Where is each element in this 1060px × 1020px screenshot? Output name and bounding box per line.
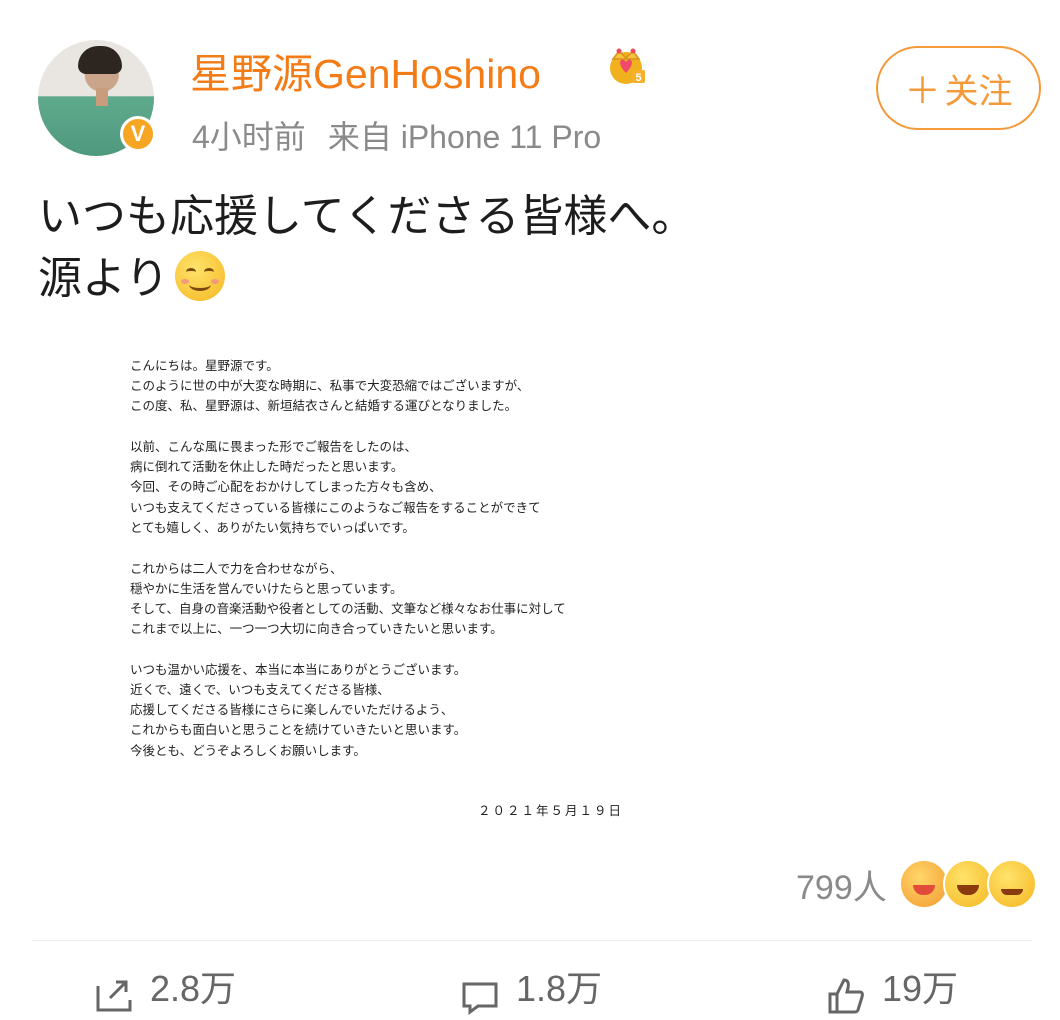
repost-icon — [96, 980, 132, 1012]
action-bar: 2.8万 1.8万 19万 — [0, 960, 1060, 1020]
post-time: 4小时前 — [192, 119, 306, 155]
avatar-neck — [96, 88, 108, 106]
repost-button[interactable]: 2.8万 — [92, 960, 236, 1016]
letter-line: 近くで、遠くで、いつも支えてくださる皆様、 — [130, 681, 390, 697]
letter-line: とても嬉しく、ありがたい気持ちでいっぱいです。 — [130, 519, 415, 535]
announcement-letter-image[interactable]: こんにちは。星野源です。このように世の中が大変な時期に、私事で大変恐縮ではござい… — [130, 356, 830, 761]
post-text: いつも応援してくださる皆様へ。 源より — [38, 186, 695, 310]
post-text-line1: いつも応援してくださる皆様へ。 — [38, 191, 696, 242]
plus-icon: ＋ — [904, 71, 941, 112]
letter-line: これからは二人で力を合わせながら、 — [130, 560, 343, 576]
letter-line: こんにちは。星野源です。 — [130, 358, 279, 373]
tears-of-joy-emoji-icon — [986, 859, 1037, 909]
follow-label: 关注 — [944, 71, 1013, 112]
letter-line: 今後とも、どうぞよろしくお願いします。 — [130, 742, 366, 758]
post-meta: 4小时前 来自 iPhone 11 Pro — [192, 112, 601, 158]
letter-line: これからも面白いと思うことを続けていきたいと思います。 — [130, 722, 467, 738]
reactions-summary[interactable]: 799人 — [796, 858, 1037, 910]
crown-badge-icon[interactable]: 5 — [604, 42, 648, 86]
like-count: 19万 — [882, 968, 959, 1009]
comment-button[interactable]: 1.8万 — [458, 960, 602, 1016]
reaction-count: 799人 — [796, 868, 887, 907]
letter-line: これまで以上に、一つ一つ大切に向き合っていきたいと思います。 — [130, 621, 503, 637]
smiling-emoji-icon — [175, 251, 226, 301]
comment-icon — [462, 982, 498, 1015]
avatar-hair — [78, 46, 122, 74]
heart-eyes-emoji-icon — [898, 859, 949, 909]
letter-line: 以前、こんな風に畏まった形でご報告をしたのは、 — [130, 439, 418, 455]
repost-count: 2.8万 — [150, 968, 237, 1009]
letter-line: この度、私、星野源は、新垣結衣さんと結婚する運びとなりました。 — [130, 398, 518, 414]
letter-line: 今回、その時ご心配をおかけしてしまった方々も含め、 — [130, 479, 442, 495]
letter-line: 病に倒れて活動を休止した時だったと思います。 — [130, 459, 404, 475]
post-text-line2: 源より — [38, 253, 170, 304]
divider — [32, 940, 1032, 941]
letter-line: 応援してくださる皆様にさらに楽しんでいただけるよう、 — [130, 702, 454, 718]
letter-line: そして、自身の音楽活動や役者としての活動、文筆など様々なお仕事に対して — [130, 600, 566, 616]
thumbs-up-icon — [828, 978, 864, 1014]
letter-date: ２０２１年５月１９日 — [478, 803, 624, 818]
post-source: 来自 iPhone 11 Pro — [327, 119, 602, 155]
like-button[interactable]: 19万 — [824, 960, 958, 1016]
verified-badge-icon: V — [120, 116, 156, 152]
laughing-emoji-icon — [942, 859, 993, 909]
post-header: V 星野源GenHoshino 5 4小时前 来自 iPhone 11 Pro ＋… — [0, 0, 1060, 180]
username[interactable]: 星野源GenHoshino — [190, 40, 541, 100]
follow-button[interactable]: ＋关注 — [876, 46, 1041, 130]
letter-line: いつも支えてくださっている皆様にこのようなご報告をすることができて — [130, 499, 541, 515]
letter-line: このように世の中が大変な時期に、私事で大変恐縮ではございますが、 — [130, 378, 530, 394]
crown-level: 5 — [635, 72, 641, 84]
comment-count: 1.8万 — [516, 968, 603, 1009]
letter-line: 穏やかに生活を営んでいけたらと思っています。 — [130, 580, 403, 596]
post-text-line2-wrap: 源より — [38, 248, 695, 310]
letter-line: いつも温かい応援を、本当に本当にありがとうございます。 — [130, 661, 467, 677]
